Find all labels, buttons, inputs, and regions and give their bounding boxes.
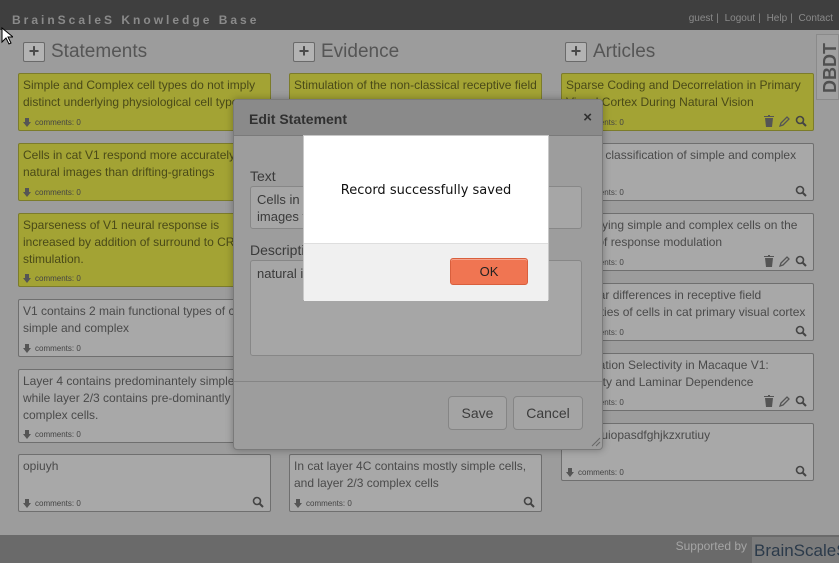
search-icon[interactable] xyxy=(795,255,807,267)
search-icon[interactable] xyxy=(795,465,807,477)
articles-title: Articles xyxy=(593,41,656,62)
ok-button[interactable]: OK xyxy=(450,258,528,285)
comments-count[interactable]: comments: 0 xyxy=(566,468,624,477)
card-text: Simple and Complex cell types do not imp… xyxy=(23,78,256,109)
save-button[interactable]: Save xyxy=(448,396,507,430)
comments-count[interactable]: comments: 0 xyxy=(23,499,81,508)
close-icon[interactable]: × xyxy=(583,109,592,126)
card-text: Sparseness of V1 neural response is incr… xyxy=(23,218,242,266)
search-icon[interactable] xyxy=(795,185,807,197)
comments-count[interactable]: comments: 0 xyxy=(23,274,81,283)
statements-header: + Statements xyxy=(23,41,147,63)
card-text: Cells in cat V1 respond more accurately … xyxy=(23,148,249,179)
trash-icon[interactable] xyxy=(763,255,775,267)
user-link[interactable]: guest xyxy=(689,13,713,24)
comments-count[interactable]: comments: 0 xyxy=(23,188,81,197)
alert-message: Record successfully saved xyxy=(340,183,512,198)
download-icon xyxy=(23,344,31,353)
download-icon xyxy=(566,468,574,477)
comments-count[interactable]: comments: 0 xyxy=(294,499,352,508)
pencil-icon[interactable] xyxy=(779,255,791,267)
dialog-divider xyxy=(234,381,602,382)
card-text: Layer 4 contains predominantely simple c… xyxy=(23,374,262,422)
statement-card[interactable]: opiuyh comments: 0 xyxy=(18,454,271,512)
card-text: opiuyh xyxy=(23,459,59,473)
add-evidence-button[interactable]: + xyxy=(293,42,315,62)
brainscales-logo[interactable]: BrainScaleS xyxy=(752,537,839,563)
side-tab-label: DBDT xyxy=(820,43,839,93)
add-statement-button[interactable]: + xyxy=(23,42,45,62)
download-icon xyxy=(23,499,31,508)
comments-count[interactable]: comments: 0 xyxy=(23,118,81,127)
download-icon xyxy=(294,499,302,508)
supported-by-text: Supported by xyxy=(675,539,747,553)
download-icon xyxy=(23,430,31,439)
side-tab[interactable]: DBDT xyxy=(816,34,839,100)
success-alert: Record successfully saved OK xyxy=(303,135,549,301)
evidence-header: + Evidence xyxy=(293,41,399,63)
cancel-button[interactable]: Cancel xyxy=(513,396,583,430)
dialog-title: Edit Statement xyxy=(249,111,348,127)
site-brand[interactable]: BrainScaleS Knowledge Base xyxy=(12,13,259,27)
help-link[interactable]: Help xyxy=(767,13,788,24)
contact-link[interactable]: Contact xyxy=(799,13,833,24)
articles-header: + Articles xyxy=(565,41,655,63)
trash-icon[interactable] xyxy=(763,395,775,407)
logout-link[interactable]: Logout xyxy=(725,13,756,24)
statements-title: Statements xyxy=(51,41,148,62)
search-icon[interactable] xyxy=(252,496,264,508)
alert-footer: OK xyxy=(304,243,548,301)
top-bar: BrainScaleS Knowledge Base guest | Logout… xyxy=(0,0,839,30)
pencil-icon[interactable] xyxy=(779,115,791,127)
search-icon[interactable] xyxy=(795,395,807,407)
footer: Supported by BrainScaleS xyxy=(0,535,839,563)
evidence-title: Evidence xyxy=(321,41,400,62)
evidence-card[interactable]: In cat layer 4C contains mostly simple c… xyxy=(289,454,542,512)
card-text: In cat layer 4C contains mostly simple c… xyxy=(294,459,527,490)
search-icon[interactable] xyxy=(795,115,807,127)
card-text: Stimulation of the non-classical recepti… xyxy=(294,78,537,92)
search-icon[interactable] xyxy=(795,325,807,337)
pencil-icon[interactable] xyxy=(779,395,791,407)
comments-count[interactable]: comments: 0 xyxy=(23,430,81,439)
download-icon xyxy=(23,274,31,283)
text-label: Text xyxy=(250,168,276,184)
download-icon xyxy=(23,118,31,127)
top-links: guest | Logout | Help | Contact xyxy=(688,13,833,24)
card-text: V1 contains 2 main functional types of c… xyxy=(23,304,256,335)
resize-handle-icon[interactable] xyxy=(591,437,601,447)
download-icon xyxy=(23,188,31,197)
trash-icon[interactable] xyxy=(763,115,775,127)
search-icon[interactable] xyxy=(523,496,535,508)
dialog-header: Edit Statement × xyxy=(234,100,602,136)
comments-count[interactable]: comments: 0 xyxy=(23,344,81,353)
add-article-button[interactable]: + xyxy=(565,42,587,62)
mouse-cursor-icon xyxy=(1,27,13,45)
